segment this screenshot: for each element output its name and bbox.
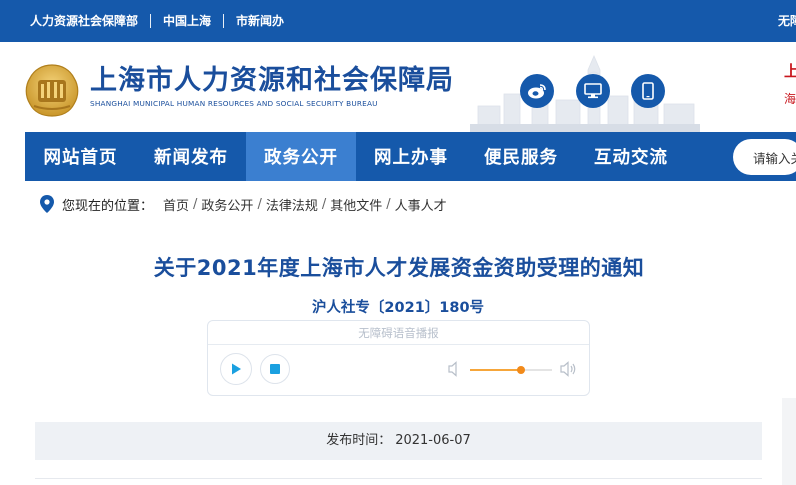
nav-item-public-services[interactable]: 便民服务 bbox=[466, 132, 576, 181]
page-title: 关于2021年度上海市人才发展资金资助受理的通知 bbox=[0, 252, 796, 282]
breadcrumb-label: 您现在的位置： bbox=[62, 198, 154, 214]
audio-player: 无障碍语音播报 bbox=[207, 320, 590, 396]
play-button[interactable] bbox=[220, 353, 252, 385]
top-link-mohrss[interactable]: 人力资源社会保障部 bbox=[30, 14, 150, 28]
top-bar: 人力资源社会保障部 中国上海 市新闻办 无障 bbox=[0, 0, 796, 42]
location-pin-icon bbox=[40, 195, 54, 213]
stop-button[interactable] bbox=[260, 354, 290, 384]
top-links: 人力资源社会保障部 中国上海 市新闻办 bbox=[30, 0, 296, 42]
breadcrumb-item-personnel-talent[interactable]: 人事人才 bbox=[395, 195, 447, 214]
breadcrumb-separator: / bbox=[321, 196, 327, 212]
breadcrumb-item-laws[interactable]: 法律法规 bbox=[266, 195, 318, 214]
main-nav: 网站首页 新闻发布 政务公开 网上办事 便民服务 互动交流 bbox=[25, 132, 796, 181]
desktop-button[interactable] bbox=[576, 74, 610, 108]
volume-slider[interactable] bbox=[470, 366, 552, 374]
volume-slider-handle[interactable] bbox=[516, 366, 525, 374]
bureau-emblem-icon[interactable] bbox=[24, 62, 80, 118]
breadcrumb-separator: / bbox=[193, 196, 198, 212]
volume-slider-fill bbox=[470, 369, 521, 371]
breadcrumb-item-government-affairs[interactable]: 政务公开 bbox=[201, 195, 253, 214]
nav-item-online-services[interactable]: 网上办事 bbox=[356, 132, 466, 181]
publish-label: 发布时间： bbox=[326, 433, 392, 448]
mobile-icon bbox=[642, 82, 654, 100]
page-title-text: 关于2021年度上海市人才发展资金资助受理的通知 bbox=[153, 256, 645, 280]
search-input[interactable]: 请输入关 bbox=[733, 139, 796, 175]
site-name-en: SHANGHAI MUNICIPAL HUMAN RESOURCES AND S… bbox=[90, 99, 378, 108]
document-number: 沪人社专〔2021〕180号 bbox=[311, 300, 485, 316]
top-link-divider bbox=[150, 14, 152, 28]
weibo-button[interactable] bbox=[520, 74, 554, 108]
content-divider bbox=[35, 478, 762, 479]
breadcrumb-item-other-documents[interactable]: 其他文件 bbox=[330, 195, 382, 214]
breadcrumb-item-home[interactable]: 首页 bbox=[163, 195, 189, 214]
site-name[interactable]: 上海市人力资源和社会保障局 bbox=[90, 66, 454, 96]
nav-item-government-affairs[interactable]: 政务公开 bbox=[246, 132, 356, 181]
header-right-text: 上 bbox=[784, 62, 796, 80]
breadcrumb-separator: / bbox=[386, 196, 391, 212]
breadcrumb: 您现在的位置： 首页 / 政务公开 / 法律法规 / 其他文件 / 人事人才 bbox=[40, 194, 447, 214]
audio-player-label: 无障碍语音播报 bbox=[208, 321, 589, 345]
weibo-icon bbox=[528, 84, 546, 99]
top-link-divider bbox=[223, 14, 225, 28]
desktop-icon bbox=[584, 83, 602, 99]
nav-item-interaction[interactable]: 互动交流 bbox=[576, 132, 686, 181]
publish-info-bar: 发布时间： 2021-06-07 bbox=[35, 422, 762, 460]
top-link-news-office[interactable]: 市新闻办 bbox=[224, 14, 296, 28]
breadcrumb-separator: / bbox=[257, 196, 262, 212]
side-panel-edge bbox=[782, 398, 796, 485]
accessibility-link[interactable]: 无障 bbox=[778, 0, 796, 42]
header-right-subtext: 海 bbox=[784, 92, 796, 106]
publish-date: 2021-06-07 bbox=[395, 433, 471, 448]
search-placeholder: 请输入关 bbox=[753, 151, 796, 166]
top-link-china-shanghai[interactable]: 中国上海 bbox=[151, 14, 223, 28]
nav-item-news[interactable]: 新闻发布 bbox=[136, 132, 246, 181]
volume-high-icon[interactable] bbox=[560, 361, 578, 377]
stop-icon bbox=[270, 364, 280, 374]
nav-item-home[interactable]: 网站首页 bbox=[25, 132, 136, 181]
play-icon bbox=[232, 363, 241, 375]
site-header: 上海市人力资源和社会保障局 SHANGHAI MUNICIPAL HUMAN R… bbox=[0, 42, 796, 132]
mobile-button[interactable] bbox=[631, 74, 665, 108]
volume-low-icon[interactable] bbox=[448, 361, 462, 377]
